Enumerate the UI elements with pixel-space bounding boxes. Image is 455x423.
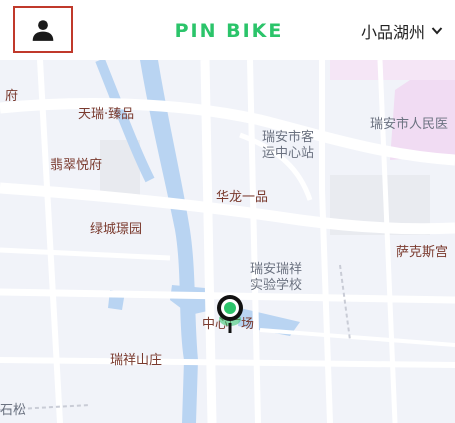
poi-label: 府 bbox=[5, 89, 19, 104]
location-pin-icon[interactable] bbox=[212, 293, 248, 337]
poi-label: 天瑞·臻品 bbox=[78, 107, 135, 122]
poi-label: 萨克斯宫 bbox=[396, 245, 449, 260]
poi-label: 翡翠悦府 bbox=[50, 158, 103, 173]
map-roads bbox=[0, 60, 455, 423]
profile-button[interactable] bbox=[13, 6, 73, 53]
poi-label: 绿城璟园 bbox=[90, 222, 143, 237]
app-logo: PIN BIKE bbox=[174, 20, 284, 42]
map-view[interactable]: 府 天瑞·臻品 翡翠悦府 瑞安市客 运中心站 瑞安市人民医 华龙一品 绿城璟园 … bbox=[0, 60, 455, 423]
poi-label: 运中心站 bbox=[262, 146, 315, 161]
city-selector[interactable]: 小品湖州 bbox=[361, 18, 443, 44]
person-icon bbox=[32, 19, 54, 41]
poi-label: 瑞安瑞祥 bbox=[250, 262, 303, 277]
poi-label: 实验学校 bbox=[250, 278, 303, 293]
poi-label: 瑞安市人民医 bbox=[370, 117, 449, 132]
poi-label: 华龙一品 bbox=[216, 190, 269, 205]
poi-label: 瑞祥山庄 bbox=[110, 353, 163, 368]
chevron-down-icon bbox=[431, 27, 443, 35]
top-bar: PIN BIKE 小品湖州 bbox=[0, 0, 455, 60]
poi-label: 瑞安市客 bbox=[262, 130, 315, 145]
poi-label: 石松 bbox=[0, 403, 27, 418]
city-label: 小品湖州 bbox=[360, 23, 425, 42]
